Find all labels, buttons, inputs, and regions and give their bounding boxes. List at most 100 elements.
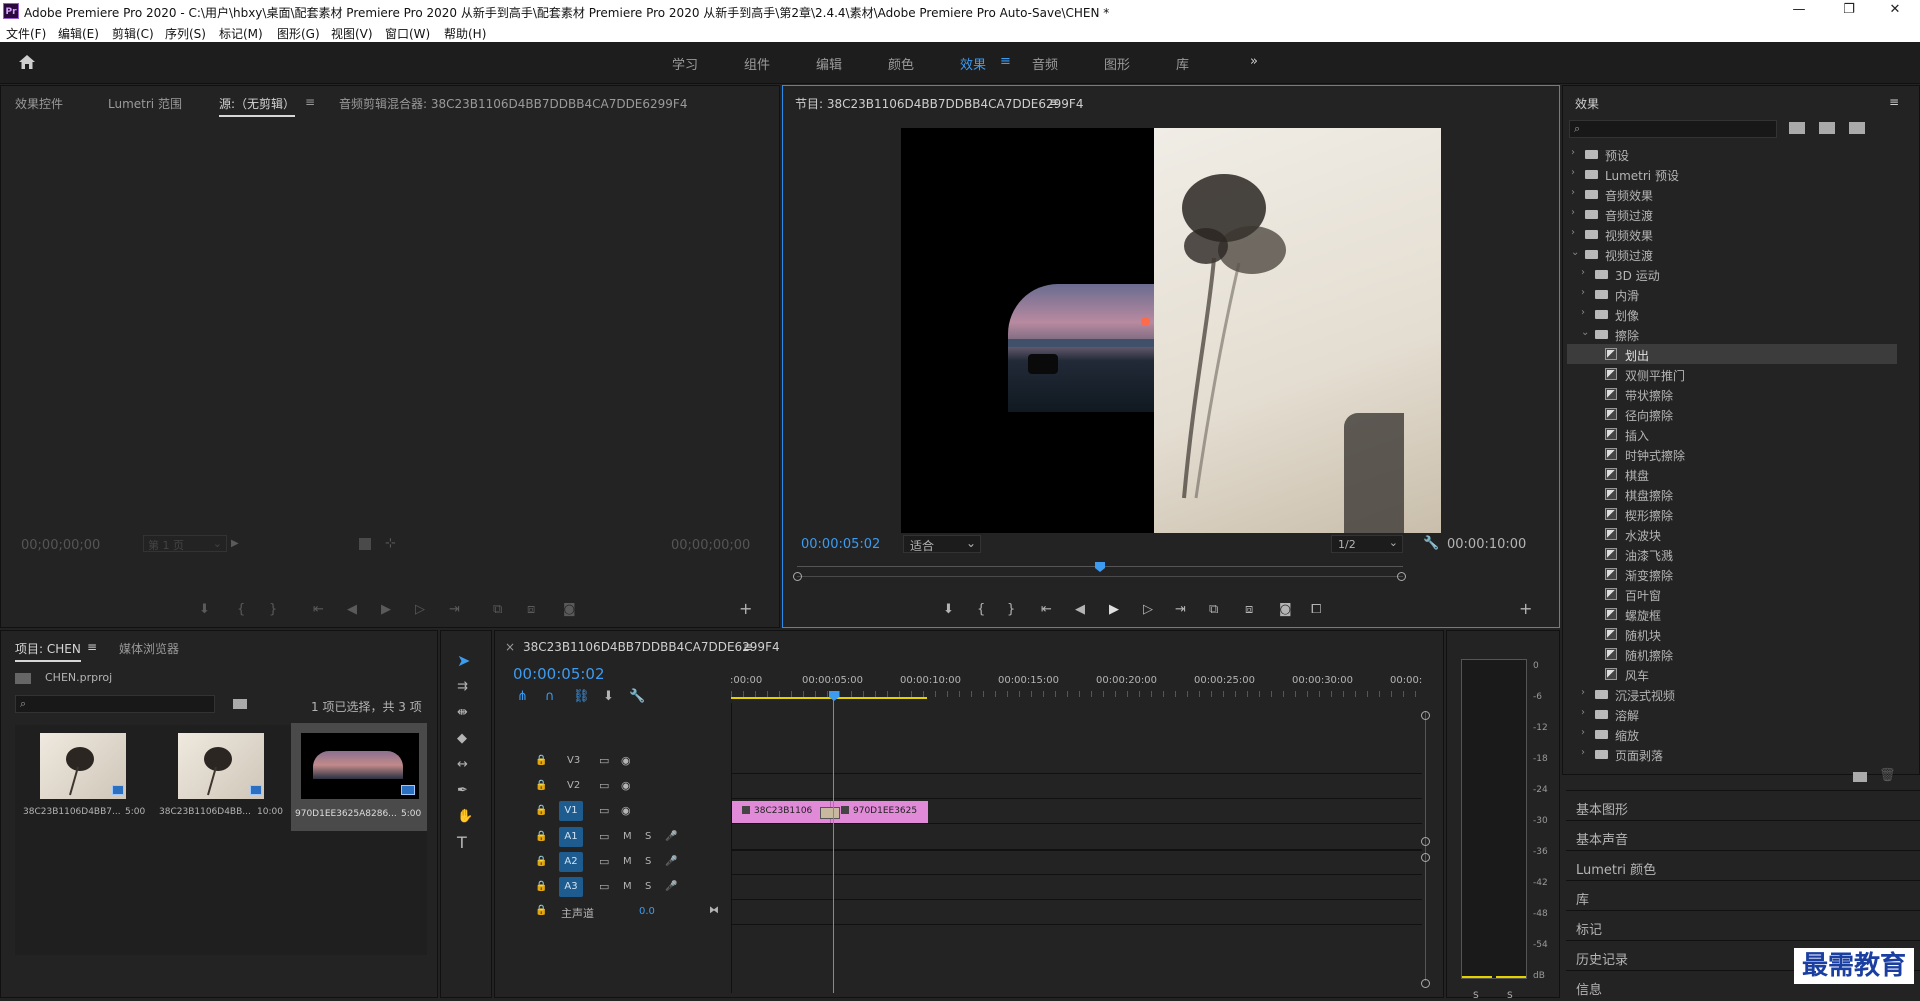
solo-right-button[interactable]: S [1507, 991, 1513, 1001]
effect-folder[interactable]: ⌄ 擦除 [1567, 324, 1897, 344]
tab-lumetri-scopes[interactable]: Lumetri 范围 [108, 95, 182, 112]
effect-item[interactable]: 插入 [1567, 424, 1897, 444]
timeline-playhead-handle[interactable] [829, 691, 839, 701]
step-forward-icon[interactable]: ▷ [1143, 602, 1153, 618]
track-target-a2[interactable]: A2 [559, 852, 583, 872]
solo-left-button[interactable]: S [1473, 991, 1479, 1001]
go-to-end-icon[interactable]: ⧓ [709, 903, 719, 919]
sync-lock-icon[interactable]: ▭ [599, 854, 609, 870]
delete-icon[interactable]: 🗑 [1879, 768, 1896, 784]
workspace-graphics[interactable]: 图形 [1104, 54, 1130, 73]
tab-audio-clip-mixer[interactable]: 音频剪辑混合器: 38C23B1106D4BB7DDBB4CA7DDE6299F… [339, 95, 687, 112]
scroll-handle[interactable] [1421, 711, 1430, 720]
chevron-right-icon[interactable]: › [1581, 707, 1585, 718]
effect-item[interactable]: 棋盘 [1567, 464, 1897, 484]
tab-project[interactable]: 项目: CHEN [15, 640, 81, 662]
accelerated-effects-icon[interactable] [1789, 122, 1805, 134]
sync-lock-icon[interactable]: ▭ [599, 803, 609, 819]
effect-item[interactable]: 棋盘擦除 [1567, 484, 1897, 504]
comparison-view-icon[interactable]: ⧠ [1311, 602, 1321, 618]
workspace-libraries[interactable]: 库 [1176, 54, 1189, 73]
chevron-right-icon[interactable]: › [1571, 207, 1575, 218]
mute-button[interactable]: M [623, 881, 632, 892]
source-step-forward-icon[interactable]: ▷ [415, 602, 425, 618]
program-menu-icon[interactable]: ≡ [1049, 95, 1059, 109]
source-settings-icon[interactable] [359, 538, 371, 550]
workspace-editing[interactable]: 编辑 [816, 54, 842, 73]
source-mark-out-icon[interactable]: } [269, 602, 277, 618]
effect-item[interactable]: 水波块 [1567, 524, 1897, 544]
project-item[interactable]: 38C23B1106D4BB... 10:00 [153, 725, 289, 831]
mute-button[interactable]: M [623, 831, 632, 842]
maximize-button[interactable]: ❐ [1834, 2, 1864, 17]
source-insert-icon[interactable]: ⧉ [493, 602, 502, 618]
lock-icon[interactable]: 🔒 [535, 854, 547, 870]
new-bin-icon[interactable] [1853, 772, 1867, 782]
track-target-a1[interactable]: A1 [559, 827, 583, 847]
timeline-clip[interactable]: 970D1EE3625 [830, 801, 928, 823]
eye-icon[interactable]: ◉ [621, 778, 631, 794]
lock-icon[interactable]: 🔒 [535, 829, 547, 845]
solo-button[interactable]: S [645, 856, 651, 867]
find-bin-icon[interactable] [233, 699, 247, 709]
effect-folder[interactable]: › 页面剥落 [1567, 744, 1897, 764]
chevron-right-icon[interactable]: › [1571, 227, 1575, 238]
menu-graphics[interactable]: 图形(G) [277, 25, 320, 42]
source-play-icon[interactable]: ▶ [381, 602, 391, 618]
source-overwrite-icon[interactable]: ⧈ [527, 602, 535, 618]
effect-item[interactable]: 划出 [1567, 344, 1897, 364]
tab-project-menu[interactable]: ≡ [87, 640, 97, 654]
effect-folder[interactable]: › Lumetri 预设 [1567, 164, 1897, 184]
eye-icon[interactable]: ◉ [621, 753, 631, 769]
effect-item[interactable]: 渐变擦除 [1567, 564, 1897, 584]
lock-icon[interactable]: 🔒 [535, 778, 547, 794]
minimize-button[interactable]: — [1784, 2, 1814, 17]
workspace-learn[interactable]: 学习 [672, 54, 698, 73]
lock-icon[interactable]: 🔒 [535, 753, 547, 769]
essential-graphics-panel[interactable]: 基本图形 [1566, 790, 1920, 820]
slip-tool-icon[interactable]: ↔ [457, 757, 468, 773]
effect-folder[interactable]: › 缩放 [1567, 724, 1897, 744]
source-mark-in-icon[interactable]: { [237, 602, 245, 618]
workspace-color[interactable]: 颜色 [888, 54, 914, 73]
effect-item[interactable]: 螺旋框 [1567, 604, 1897, 624]
effects-menu-icon[interactable]: ≡ [1889, 95, 1899, 109]
menu-window[interactable]: 窗口(W) [385, 25, 430, 42]
pen-tool-icon[interactable]: ✒ [457, 783, 468, 799]
work-area-bar[interactable] [731, 697, 927, 699]
tab-source[interactable]: 源:（无剪辑） [219, 95, 296, 117]
eye-icon[interactable]: ◉ [621, 803, 631, 819]
program-zoom-scrollbar[interactable] [797, 576, 1403, 577]
hand-tool-icon[interactable]: ✋ [457, 809, 473, 825]
program-playhead[interactable] [1095, 562, 1105, 572]
menu-marker[interactable]: 标记(M) [219, 25, 263, 42]
scroll-handle[interactable] [1421, 979, 1430, 988]
mic-icon[interactable]: 🎤 [665, 829, 677, 845]
fit-select[interactable]: 适合 ⌄ [903, 535, 981, 553]
program-timecode[interactable]: 00:00:05:02 [801, 537, 880, 552]
nest-toggle-icon[interactable]: ⋔ [517, 689, 528, 705]
close-sequence-icon[interactable]: × [505, 640, 515, 654]
zoom-handle-right[interactable] [1397, 572, 1406, 581]
libraries-panel[interactable]: 库 [1566, 880, 1920, 910]
chevron-right-icon[interactable]: › [1581, 267, 1585, 278]
mic-icon[interactable]: 🎤 [665, 854, 677, 870]
effect-folder[interactable]: › 内滑 [1567, 284, 1897, 304]
track-target-v1[interactable]: V1 [559, 801, 583, 821]
menu-help[interactable]: 帮助(H) [444, 25, 486, 42]
workspace-effects-menu-icon[interactable]: ≡ [1000, 54, 1011, 69]
sync-lock-icon[interactable]: ▭ [599, 829, 609, 845]
mic-icon[interactable]: 🎤 [665, 879, 677, 895]
linked-selection-icon[interactable]: ⛓ [573, 689, 590, 705]
type-tool-icon[interactable]: T [457, 835, 467, 851]
export-frame-icon[interactable]: ◙ [1279, 602, 1292, 618]
resolution-select[interactable]: 1/2 ⌄ [1331, 535, 1403, 553]
snap-icon[interactable]: ∩ [545, 689, 555, 705]
source-go-to-in-icon[interactable]: ⇤ [313, 602, 324, 618]
mark-out-icon[interactable]: } [1007, 602, 1015, 618]
sequence-menu-icon[interactable]: ≡ [743, 640, 753, 654]
track-lanes[interactable]: 38C23B1106 970D1EE3625 [731, 703, 1422, 993]
master-volume-value[interactable]: 0.0 [639, 906, 655, 917]
effect-item[interactable]: 楔形擦除 [1567, 504, 1897, 524]
effect-item[interactable]: 随机块 [1567, 624, 1897, 644]
